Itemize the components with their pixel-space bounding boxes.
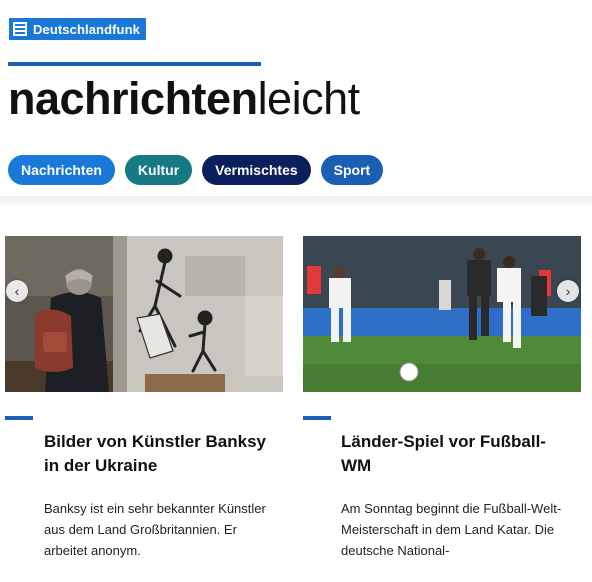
carousel-next-button[interactable]: › <box>557 280 579 302</box>
nav-kultur[interactable]: Kultur <box>124 155 193 185</box>
nav-sport[interactable]: Sport <box>320 155 384 185</box>
article-image-football[interactable] <box>303 236 581 392</box>
article-image-banksy[interactable] <box>5 236 283 392</box>
nav-divider <box>0 196 592 208</box>
deutschlandfunk-logo[interactable]: Deutschlandfunk <box>9 18 146 40</box>
site-title-light: leicht <box>257 73 361 124</box>
carousel-prev-button[interactable]: ‹ <box>6 280 28 302</box>
document-lines-icon <box>13 22 27 36</box>
nav-nachrichten[interactable]: Nachrichten <box>8 155 115 185</box>
article-headline[interactable]: Länder-Spiel vor Fußball-WM <box>303 430 581 478</box>
article-card-football[interactable]: Länder-Spiel vor Fußball-WM Am Sonntag b… <box>303 236 581 561</box>
chevron-right-icon: › <box>565 283 571 299</box>
article-headline[interactable]: Bilder von Künstler Banksy in der Ukrain… <box>5 430 283 478</box>
article-card-banksy[interactable]: Bilder von Künstler Banksy in der Ukrain… <box>5 236 283 561</box>
article-accent-line <box>303 416 331 420</box>
category-nav: Nachrichten Kultur Vermischtes Sport <box>8 155 384 185</box>
title-rule <box>8 62 261 66</box>
article-teaser: Am Sonntag beginnt die Fußball-Welt-Meis… <box>341 501 562 558</box>
article-accent-line <box>5 416 33 420</box>
site-title[interactable]: nachrichtenleicht <box>8 72 360 126</box>
nav-vermischtes[interactable]: Vermischtes <box>202 155 311 185</box>
chevron-left-icon: ‹ <box>14 283 20 299</box>
article-teaser: Banksy ist ein sehr bekannter Künstler a… <box>44 501 266 558</box>
brand-name: Deutschlandfunk <box>33 21 140 37</box>
site-title-bold: nachrichten <box>8 73 258 124</box>
